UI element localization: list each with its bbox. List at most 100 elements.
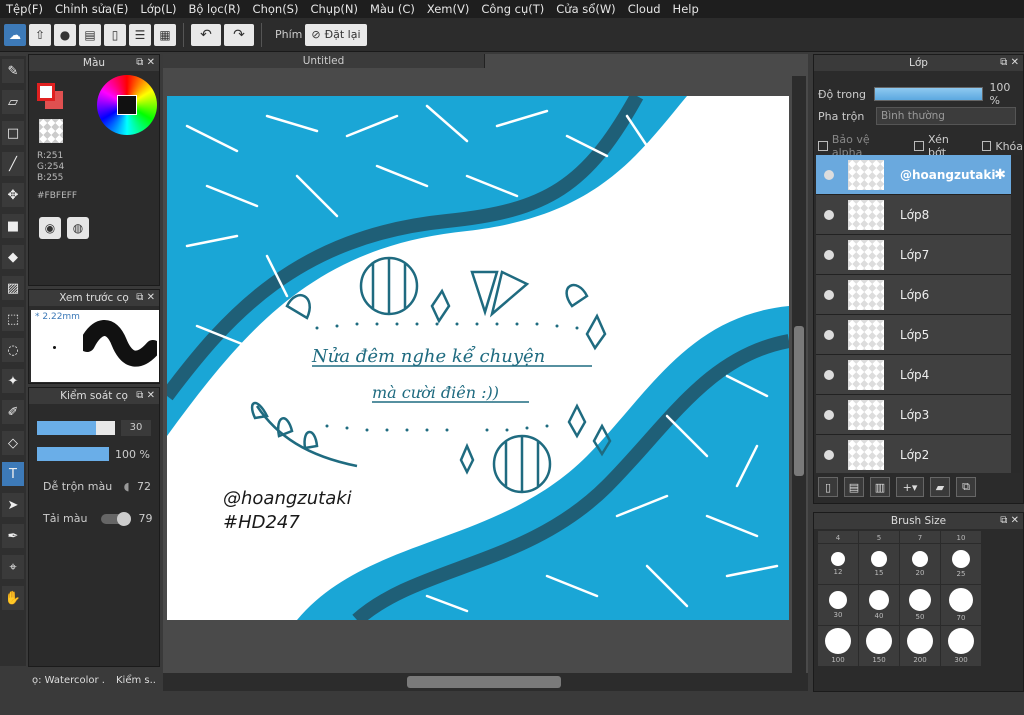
select-rect-icon[interactable]: ⬚ <box>2 307 24 331</box>
brush-tool-icon[interactable]: ✎ <box>2 59 24 83</box>
brush-size-cell[interactable]: 20 <box>900 544 940 584</box>
brush-size-value[interactable]: 30 <box>121 420 151 436</box>
eye-icon[interactable] <box>824 369 834 380</box>
eye-icon[interactable] <box>824 249 834 260</box>
export-icon[interactable]: ⇧ <box>29 23 51 46</box>
folder-icon[interactable]: ▰ <box>930 477 950 497</box>
menu-item[interactable]: Lớp(L) <box>134 2 182 16</box>
color-wheel[interactable] <box>97 75 157 135</box>
brush-size-cell[interactable]: 4 <box>818 531 858 543</box>
redo-button[interactable]: ↷ <box>224 23 254 46</box>
eraser-tool-icon[interactable]: ▱ <box>2 90 24 114</box>
menu-item[interactable]: Màu (C) <box>364 2 421 16</box>
brush-size-cell[interactable]: 50 <box>900 585 940 625</box>
menu-item[interactable]: Chụp(N) <box>304 2 363 16</box>
new-layer-8bit-icon[interactable]: ▤ <box>844 477 864 497</box>
panel-close-icon[interactable]: ⧉ ✕ <box>1000 55 1019 71</box>
eye-icon[interactable] <box>824 169 834 180</box>
settings-gear-icon[interactable]: ✱ <box>994 167 1006 183</box>
layer-row[interactable]: Lớp8 <box>816 195 1012 235</box>
gradient-tool-icon[interactable]: ▨ <box>2 276 24 300</box>
select-pen-icon[interactable]: ✐ <box>2 400 24 424</box>
brush-size-cell[interactable]: 30 <box>818 585 858 625</box>
layer-row[interactable]: @hoangzutaki ✱ <box>816 155 1012 195</box>
brush-size-cell[interactable]: 300 <box>941 626 981 666</box>
load-toggle[interactable] <box>100 512 131 526</box>
brush-size-cell[interactable]: 40 <box>859 585 899 625</box>
brush-opacity-slider[interactable] <box>37 447 109 461</box>
operation-tool-icon[interactable]: ➤ <box>2 493 24 517</box>
reset-button[interactable]: ⊘ Đặt lại <box>305 23 367 46</box>
pen-tool-icon[interactable]: ✒ <box>2 524 24 548</box>
menu-item[interactable]: Cloud <box>622 2 667 16</box>
brush-size-cell[interactable]: 7 <box>900 531 940 543</box>
eye-icon[interactable] <box>824 409 834 420</box>
brush-size-slider[interactable] <box>37 421 115 435</box>
menu-item[interactable]: Cửa sổ(W) <box>550 2 621 16</box>
horizontal-scroll-thumb[interactable] <box>407 676 561 688</box>
canvas-vertical-scrollbar[interactable] <box>792 76 806 676</box>
vertical-scroll-thumb[interactable] <box>794 326 804 476</box>
tab-brush-control[interactable]: Kiểm s.. <box>112 671 158 693</box>
magic-wand-icon[interactable]: ✦ <box>2 369 24 393</box>
panel-close-icon[interactable]: ⧉ ✕ <box>1000 513 1019 529</box>
select-eraser-icon[interactable]: ◇ <box>2 431 24 455</box>
layer-row[interactable]: Lớp4 <box>816 355 1012 395</box>
menu-item[interactable]: Help <box>667 2 705 16</box>
palette-icon[interactable]: ◉ <box>39 217 61 239</box>
clip-checkbox[interactable] <box>914 141 925 151</box>
brush-size-cell[interactable]: 10 <box>941 531 981 543</box>
document-tab[interactable]: Untitled <box>163 54 485 68</box>
layer-opacity-slider[interactable] <box>873 87 984 101</box>
line-tool-icon[interactable]: ╱ <box>2 152 24 176</box>
menu-item[interactable]: Chọn(S) <box>247 2 305 16</box>
list-icon[interactable]: ☰ <box>129 23 151 46</box>
lock-checkbox[interactable] <box>981 141 992 151</box>
panel-close-icon[interactable]: ⧉ ✕ <box>136 290 155 306</box>
add-layer-menu-icon[interactable]: +▾ <box>896 477 924 497</box>
move-tool-icon[interactable]: ✥ <box>2 183 24 207</box>
layer-row[interactable]: Lớp2 <box>816 435 1012 473</box>
layer-row[interactable]: Lớp5 <box>816 315 1012 355</box>
brush-size-cell[interactable]: 200 <box>900 626 940 666</box>
grid-icon[interactable]: ▦ <box>154 23 176 46</box>
artwork-canvas[interactable]: Nửa đêm nghe kể chuyện mà cười điên :)) … <box>167 96 789 620</box>
undo-button[interactable]: ↶ <box>191 23 221 46</box>
menu-item[interactable]: Bộ lọc(R) <box>182 2 246 16</box>
layer-scrollbar[interactable] <box>1011 155 1021 473</box>
blend-knob-icon[interactable]: ◖ <box>124 480 130 493</box>
document-icon[interactable]: ▯ <box>104 23 126 46</box>
brush-size-cell[interactable]: 5 <box>859 531 899 543</box>
duplicate-layer-icon[interactable]: ⧉ <box>956 477 976 497</box>
brush-size-cell[interactable]: 15 <box>859 544 899 584</box>
eye-icon[interactable] <box>824 449 834 460</box>
color-square[interactable] <box>117 95 137 115</box>
menu-item[interactable]: Chỉnh sửa(E) <box>49 2 134 16</box>
eye-icon[interactable] <box>824 209 834 220</box>
menu-item[interactable]: Xem(V) <box>421 2 475 16</box>
eye-icon[interactable] <box>824 329 834 340</box>
brush-size-cell[interactable]: 25 <box>941 544 981 584</box>
chat-icon[interactable]: ▤ <box>79 23 101 46</box>
text-tool-icon[interactable]: T <box>2 462 24 486</box>
lasso-icon[interactable]: ◌ <box>2 338 24 362</box>
new-layer-icon[interactable]: ▯ <box>818 477 838 497</box>
brush-size-cell[interactable]: 12 <box>818 544 858 584</box>
new-layer-1bit-icon[interactable]: ▥ <box>870 477 890 497</box>
canvas-horizontal-scrollbar[interactable] <box>163 673 808 691</box>
rect-tool-icon[interactable]: □ <box>2 121 24 145</box>
bucket-tool-icon[interactable]: ◆ <box>2 245 24 269</box>
comment-icon[interactable]: ● <box>54 23 76 46</box>
brush-size-cell[interactable]: 150 <box>859 626 899 666</box>
hand-tool-icon[interactable]: ✋ <box>2 586 24 610</box>
brush-size-cell[interactable]: 70 <box>941 585 981 625</box>
tab-brush[interactable]: ọ: Watercolor . <box>28 671 110 693</box>
cloud-icon[interactable]: ☁ <box>4 23 26 46</box>
menu-item[interactable]: Tệp(F) <box>0 2 49 16</box>
menu-item[interactable]: Công cụ(T) <box>475 2 550 16</box>
protect-alpha-checkbox[interactable] <box>818 141 828 151</box>
layer-blend-select[interactable]: Bình thường <box>876 107 1016 125</box>
foreground-color-swatch[interactable] <box>37 83 55 101</box>
color-history-icon[interactable]: ◍ <box>67 217 89 239</box>
panel-close-icon[interactable]: ⧉ ✕ <box>136 55 155 71</box>
